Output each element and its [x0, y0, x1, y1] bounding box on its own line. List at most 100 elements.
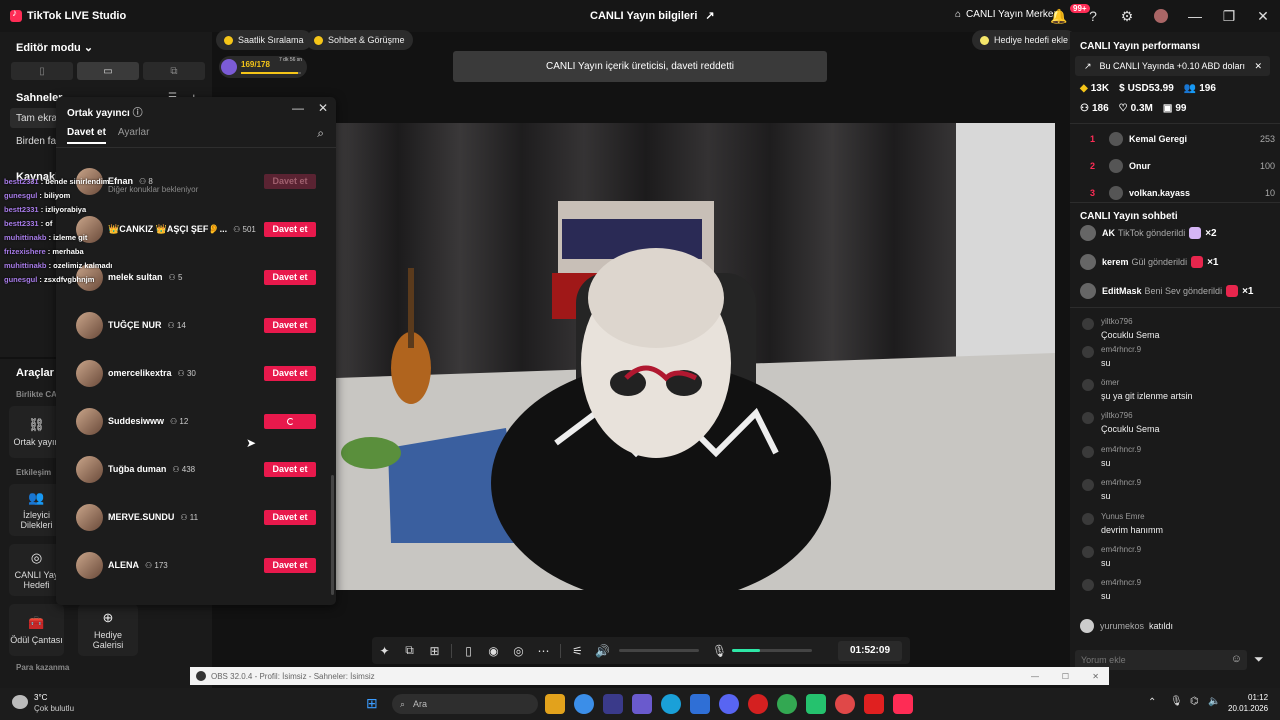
coin-icon: [314, 35, 323, 45]
close-button[interactable]: ✕: [1092, 672, 1099, 681]
chat-message[interactable]: em4rhncr.9 su: [1082, 345, 1272, 371]
search-input[interactable]: Ara: [413, 699, 427, 709]
chat-message[interactable]: em4rhncr.9 su: [1082, 578, 1272, 604]
editor-mode-dropdown[interactable]: Editör modu ⌄: [16, 41, 93, 54]
chat-message[interactable]: ömer şu ya git izlenme artsin: [1082, 378, 1272, 404]
edge-icon[interactable]: [661, 694, 681, 714]
network-icon[interactable]: ⌬: [1190, 696, 1199, 707]
avatar: [1109, 159, 1123, 173]
chat-meet-pill[interactable]: Sohbet & Görüşme: [306, 30, 413, 50]
avatar[interactable]: [1144, 0, 1178, 32]
gift-gallery-button[interactable]: ⊕ Hediye Galerisi: [78, 604, 138, 656]
scene-item-multi[interactable]: Birden faz: [16, 136, 61, 147]
chrome-alt-icon[interactable]: [777, 694, 797, 714]
discord-icon[interactable]: [719, 694, 739, 714]
share-icon[interactable]: ↗: [705, 9, 714, 22]
rank-number: 3: [1090, 188, 1096, 198]
video-preview[interactable]: [336, 123, 1055, 590]
chat-message[interactable]: Yunus Emre devrim hanımm: [1082, 512, 1272, 538]
reward-bag-button[interactable]: 🧰 Ödül Çantası: [9, 604, 64, 656]
ranking-row[interactable]: 2 Onur 100: [1090, 158, 1275, 174]
gift-goal-button[interactable]: Hediye hedefi ekle: [972, 30, 1077, 50]
search-icon[interactable]: ⌕: [317, 126, 324, 141]
cohost-row: 👑CANKIZ 👑AŞÇI ŞEF👂... ⚇ 501 Davet et: [76, 214, 316, 244]
youtube-icon[interactable]: [864, 694, 884, 714]
filter-icon[interactable]: ⏷: [1254, 652, 1264, 667]
mic-slider[interactable]: [732, 649, 812, 652]
taskbar-search[interactable]: ⌕ Ara: [392, 694, 538, 714]
layout-icon[interactable]: ⧉: [397, 643, 422, 658]
magic-icon[interactable]: ✦: [372, 644, 397, 658]
invite-button[interactable]: Davet et: [264, 365, 316, 381]
camera-effect-icon[interactable]: ◎: [506, 644, 531, 658]
ranking-row[interactable]: 3 volkan.kayass 10: [1090, 185, 1275, 201]
tab-invite[interactable]: Davet et: [67, 127, 106, 144]
opera-icon[interactable]: [748, 694, 768, 714]
chat-message[interactable]: yiltko796 Çocuklu Sema: [1082, 411, 1272, 437]
live-info-title[interactable]: CANLI Yayın bilgileri ↗: [590, 9, 715, 23]
mic-icon[interactable]: 🎙: [707, 644, 732, 658]
volume-slider[interactable]: [619, 649, 699, 652]
obs-window-bar[interactable]: OBS 32.0.4 - Profil: İsimsiz - Sahneler:…: [190, 667, 1109, 685]
chrome-icon[interactable]: [574, 694, 594, 714]
coin-icon: [224, 35, 233, 45]
invite-button[interactable]: Davet et: [264, 461, 316, 477]
hourly-rank-pill[interactable]: Saatlik Sıralama: [216, 30, 312, 50]
store-icon[interactable]: [603, 694, 623, 714]
speaker-icon[interactable]: 🔊: [590, 644, 615, 658]
cohost-scrollbar[interactable]: [331, 475, 334, 595]
folder-icon[interactable]: [545, 694, 565, 714]
invite-button[interactable]: Davet et: [264, 317, 316, 333]
screen-add-icon[interactable]: ⊞: [422, 644, 447, 658]
invite-button[interactable]: Davet et: [264, 269, 316, 285]
tiktok-live-taskbar-icon[interactable]: [893, 694, 913, 714]
phone-icon[interactable]: ▯: [456, 644, 481, 658]
cohost-row: Suddesiwww ⚇ 12: [76, 406, 316, 436]
mic-tray-icon[interactable]: 🎙: [1170, 696, 1183, 707]
tab-settings[interactable]: Ayarlar: [118, 127, 150, 144]
minimize-button[interactable]: —: [1031, 672, 1039, 681]
progress-widget[interactable]: 169/178 7 dk 56 sn: [219, 56, 307, 78]
invite-button[interactable]: Davet et: [264, 173, 316, 189]
chat-message[interactable]: yiltko796 Çocuklu Sema: [1082, 317, 1272, 343]
maximize-button[interactable]: ☐: [1062, 672, 1069, 681]
portrait-mode-button[interactable]: ▯: [11, 62, 73, 80]
gear-icon[interactable]: ⚙: [1110, 0, 1144, 32]
record-icon[interactable]: ◉: [481, 644, 506, 658]
avatar: [1080, 619, 1094, 633]
mail-icon[interactable]: [690, 694, 710, 714]
close-icon[interactable]: ✕: [1254, 61, 1262, 72]
chat-message[interactable]: em4rhncr.9 su: [1082, 445, 1272, 471]
follower-count: ⚇ 5: [169, 273, 183, 282]
comment-input[interactable]: Yorum ekle: [1081, 655, 1126, 665]
help-icon[interactable]: ⓘ: [133, 108, 143, 119]
app-icon[interactable]: [806, 694, 826, 714]
invite-button[interactable]: [264, 413, 316, 429]
app-icon-2[interactable]: [835, 694, 855, 714]
emoji-icon[interactable]: ☺: [1231, 653, 1242, 665]
sliders-icon[interactable]: ⚟: [565, 644, 590, 658]
teams-icon[interactable]: [632, 694, 652, 714]
invite-button[interactable]: Davet et: [264, 221, 316, 237]
chat-message[interactable]: em4rhncr.9 su: [1082, 545, 1272, 571]
avatar: [1080, 225, 1096, 241]
dual-mode-button[interactable]: ⧉: [143, 62, 205, 80]
windows-start-icon[interactable]: ⊞: [366, 695, 378, 712]
close-button[interactable]: ✕: [1246, 0, 1280, 32]
ranking-row[interactable]: 1 Kemal Geregi 253: [1090, 131, 1275, 147]
landscape-mode-button[interactable]: ▭: [77, 62, 139, 80]
more-icon[interactable]: ⋯: [531, 644, 556, 658]
invite-button[interactable]: Davet et: [264, 509, 316, 525]
minimize-panel-button[interactable]: —: [292, 101, 304, 115]
weather-icon[interactable]: [12, 695, 28, 709]
overlay-chat-user: bestt2331: [4, 177, 39, 186]
minimize-button[interactable]: —: [1178, 0, 1212, 32]
maximize-button[interactable]: ❐: [1212, 0, 1246, 32]
chevron-up-icon[interactable]: ⌃: [1148, 697, 1156, 708]
clock-date[interactable]: 20.01.2026: [1228, 704, 1268, 713]
clock-time[interactable]: 01:12: [1248, 693, 1268, 702]
invite-button[interactable]: Davet et: [264, 557, 316, 573]
volume-icon[interactable]: 🔈: [1208, 696, 1220, 707]
close-panel-button[interactable]: ✕: [318, 101, 328, 115]
chat-message[interactable]: em4rhncr.9 su: [1082, 478, 1272, 504]
